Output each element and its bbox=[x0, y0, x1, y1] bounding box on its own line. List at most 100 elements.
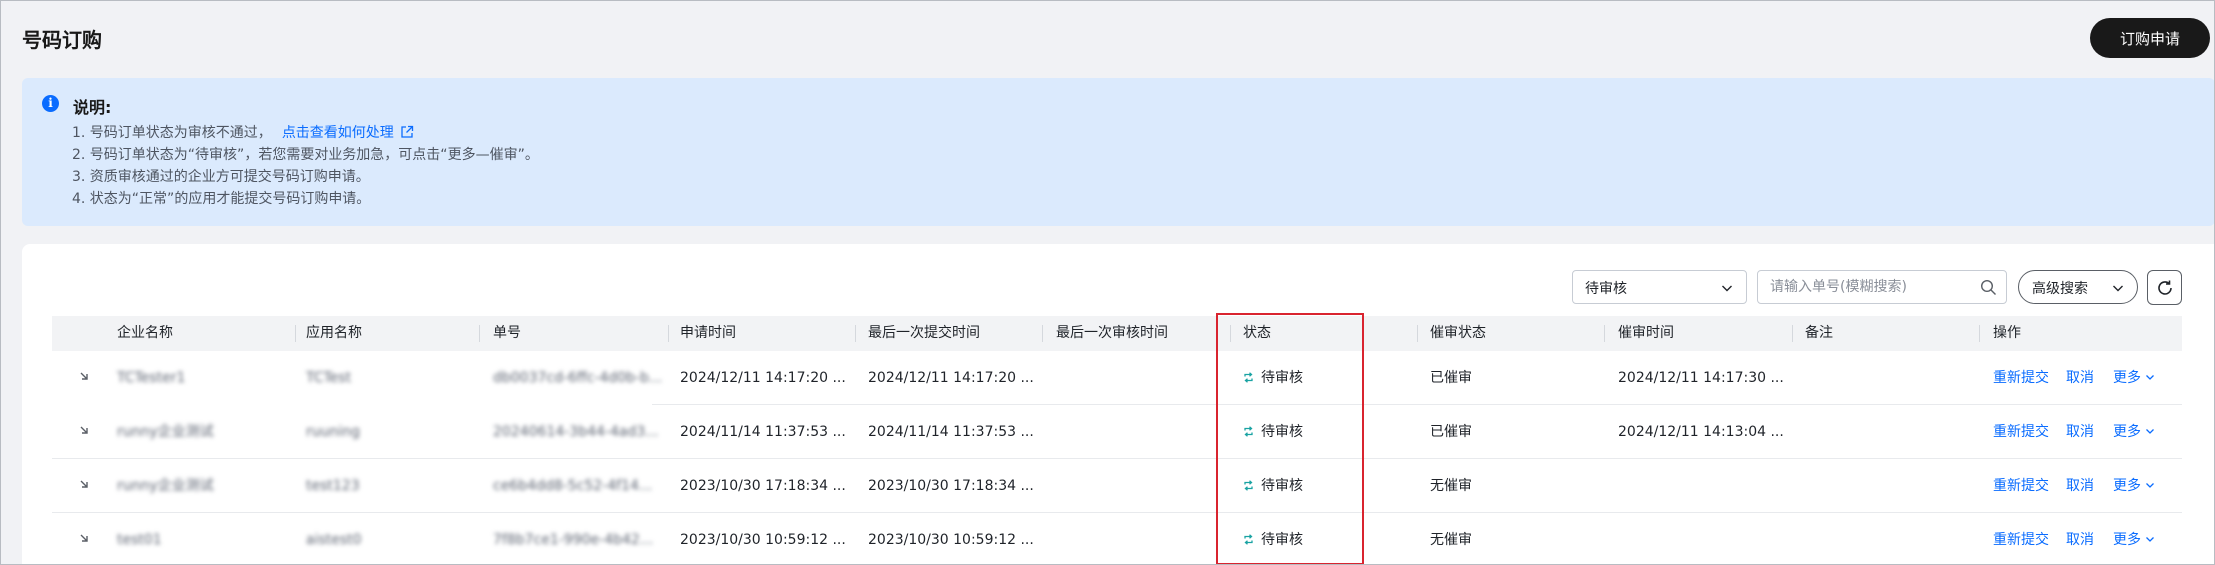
order-search-input[interactable] bbox=[1758, 271, 1973, 303]
advanced-search-label: 高级搜索 bbox=[2032, 281, 2088, 297]
status-text: 待审核 bbox=[1261, 370, 1303, 386]
table-row: runny企业测试 test123 ce6b4dd8-5c52-4f14... … bbox=[52, 459, 2182, 513]
more-dropdown[interactable]: 更多 bbox=[2113, 513, 2155, 565]
more-label: 更多 bbox=[2113, 424, 2141, 440]
col-apply-time: 申请时间 bbox=[680, 325, 736, 341]
cell-app: TCTest bbox=[306, 370, 352, 386]
notice-title: 说明: bbox=[73, 98, 112, 117]
chevron-down-icon bbox=[2146, 483, 2154, 488]
notice-line: 3. 资质审核通过的企业方可提交号码订购申请。 bbox=[72, 169, 370, 185]
column-divider bbox=[295, 325, 296, 342]
cell-urge-time: 2024/12/11 14:17:30 ... bbox=[1618, 370, 1784, 386]
table-row: runny企业测试 ruuning 20240614-3b44-4ad3... … bbox=[52, 405, 2182, 459]
resubmit-link[interactable]: 重新提交 bbox=[1993, 351, 2049, 405]
column-divider bbox=[1417, 325, 1418, 342]
cell-app: aistest0 bbox=[306, 532, 362, 548]
status-filter-select[interactable]: 待审核 bbox=[1572, 270, 1747, 304]
column-divider bbox=[855, 325, 856, 342]
advanced-search-button[interactable]: 高级搜索 bbox=[2018, 270, 2138, 304]
col-remark: 备注 bbox=[1805, 325, 1833, 341]
table-row: test01 aistest0 7f8b7ce1-990e-4b42... 20… bbox=[52, 513, 2182, 565]
column-divider bbox=[1604, 325, 1605, 342]
chevron-down-icon bbox=[1722, 285, 1732, 292]
cell-order-no: db0037cd-6ffc-4d0b-b... bbox=[493, 370, 663, 386]
resubmit-link[interactable]: 重新提交 bbox=[1993, 405, 2049, 459]
external-link-icon[interactable] bbox=[400, 125, 414, 139]
cell-last-submit: 2023/10/30 10:59:12 ... bbox=[868, 532, 1034, 548]
how-to-handle-link[interactable]: 点击查看如何处理 bbox=[282, 125, 394, 141]
resubmit-link[interactable]: 重新提交 bbox=[1993, 513, 2049, 565]
pending-status-icon bbox=[1244, 372, 1253, 383]
resubmit-link[interactable]: 重新提交 bbox=[1993, 459, 2049, 513]
cell-order-no: ce6b4dd8-5c52-4f14... bbox=[493, 478, 653, 494]
cancel-link[interactable]: 取消 bbox=[2066, 459, 2094, 513]
table-row: TCTester1 TCTest db0037cd-6ffc-4d0b-b...… bbox=[52, 351, 2182, 405]
more-label: 更多 bbox=[2113, 370, 2141, 386]
cancel-link[interactable]: 取消 bbox=[2066, 405, 2094, 459]
cell-status: 待审核 bbox=[1243, 513, 1303, 565]
cancel-link[interactable]: 取消 bbox=[2066, 351, 2094, 405]
cell-order-no: 7f8b7ce1-990e-4b42... bbox=[493, 532, 654, 548]
cell-last-submit: 2024/12/11 14:17:20 ... bbox=[868, 370, 1034, 386]
page-title: 号码订购 bbox=[22, 28, 102, 52]
cell-order-no: 20240614-3b44-4ad3... bbox=[493, 424, 659, 440]
cell-company: TCTester1 bbox=[117, 370, 186, 386]
cell-urge-status: 已催审 bbox=[1430, 424, 1472, 440]
table-header: 企业名称 应用名称 单号 申请时间 最后一次提交时间 最后一次审核时间 状态 催… bbox=[52, 316, 2182, 351]
cell-urge-status: 已催审 bbox=[1430, 370, 1472, 386]
cell-last-submit: 2023/10/30 17:18:34 ... bbox=[868, 478, 1034, 494]
refresh-button[interactable] bbox=[2147, 270, 2182, 305]
order-search-field[interactable] bbox=[1757, 270, 2007, 304]
pending-status-icon bbox=[1244, 534, 1253, 545]
cell-status: 待审核 bbox=[1243, 459, 1303, 513]
status-text: 待审核 bbox=[1261, 424, 1303, 440]
expand-row-icon[interactable] bbox=[78, 478, 90, 490]
cell-status: 待审核 bbox=[1243, 405, 1303, 459]
column-divider bbox=[1792, 325, 1793, 342]
expand-row-icon[interactable] bbox=[78, 532, 90, 544]
col-order-no: 单号 bbox=[493, 325, 521, 341]
expand-row-icon[interactable] bbox=[78, 424, 90, 436]
column-divider bbox=[1230, 325, 1231, 342]
col-last-review: 最后一次审核时间 bbox=[1056, 325, 1168, 341]
col-status: 状态 bbox=[1243, 325, 1271, 341]
column-divider bbox=[1042, 325, 1043, 342]
more-dropdown[interactable]: 更多 bbox=[2113, 459, 2155, 513]
more-label: 更多 bbox=[2113, 532, 2141, 548]
cell-urge-status: 无催审 bbox=[1430, 532, 1472, 548]
cell-urge-time: 2024/12/11 14:13:04 ... bbox=[1618, 424, 1784, 440]
apply-order-button[interactable]: 订购申请 bbox=[2090, 18, 2210, 58]
expand-row-icon[interactable] bbox=[78, 370, 90, 382]
chevron-down-icon bbox=[2146, 375, 2154, 380]
cancel-link[interactable]: 取消 bbox=[2066, 513, 2094, 565]
more-label: 更多 bbox=[2113, 478, 2141, 494]
notice-line: 1. 号码订单状态为审核不通过， 点击查看如何处理 bbox=[72, 122, 539, 144]
column-divider bbox=[1979, 325, 1980, 342]
cell-app: test123 bbox=[306, 478, 360, 494]
col-urge-time: 催审时间 bbox=[1618, 325, 1674, 341]
notice-line-text: 1. 号码订单状态为审核不通过， bbox=[72, 125, 272, 141]
column-divider bbox=[479, 325, 480, 342]
notice-panel: i 说明: 1. 号码订单状态为审核不通过， 点击查看如何处理 2. 号码订单状态… bbox=[22, 78, 2215, 226]
search-icon[interactable] bbox=[1980, 279, 1997, 296]
more-dropdown[interactable]: 更多 bbox=[2113, 351, 2155, 405]
col-last-submit: 最后一次提交时间 bbox=[868, 325, 980, 341]
col-company: 企业名称 bbox=[117, 325, 173, 341]
chevron-down-icon bbox=[2113, 285, 2123, 292]
status-filter-value: 待审核 bbox=[1585, 281, 1627, 297]
status-text: 待审核 bbox=[1261, 478, 1303, 494]
more-dropdown[interactable]: 更多 bbox=[2113, 405, 2155, 459]
info-icon: i bbox=[42, 95, 59, 112]
cell-apply-time: 2023/10/30 17:18:34 ... bbox=[680, 478, 846, 494]
column-divider bbox=[668, 325, 669, 342]
cell-app: ruuning bbox=[306, 424, 361, 440]
status-text: 待审核 bbox=[1261, 532, 1303, 548]
cell-status: 待审核 bbox=[1243, 351, 1303, 405]
notice-line: 2. 号码订单状态为“待审核”，若您需要对业务加急，可点击“更多—催审”。 bbox=[72, 147, 539, 163]
cell-urge-status: 无催审 bbox=[1430, 478, 1472, 494]
col-actions: 操作 bbox=[1993, 325, 2021, 341]
cell-company: test01 bbox=[117, 532, 162, 548]
cell-apply-time: 2024/11/14 11:37:53 ... bbox=[680, 424, 846, 440]
refresh-icon bbox=[2158, 280, 2172, 295]
cell-apply-time: 2023/10/30 10:59:12 ... bbox=[680, 532, 846, 548]
